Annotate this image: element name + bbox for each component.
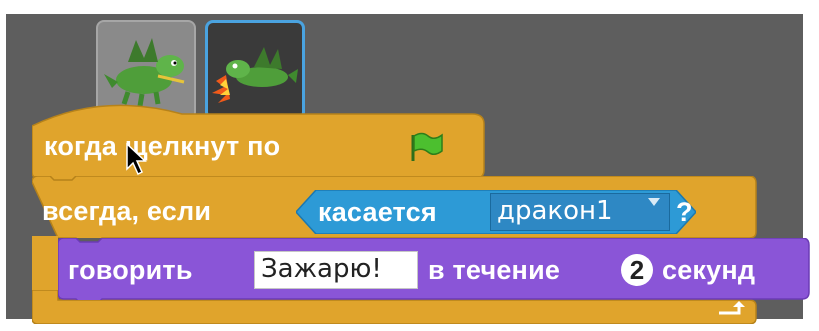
dropdown-arrow-icon[interactable]	[648, 198, 660, 206]
touching-question-mark: ?	[676, 197, 693, 227]
say-verb-label: говорить	[68, 255, 193, 285]
say-seconds-value: 2	[629, 255, 645, 285]
mouse-cursor-icon	[126, 143, 147, 176]
touching-target-value: дракон1	[497, 196, 613, 226]
green-flag-icon[interactable]	[410, 131, 444, 163]
border-left	[0, 0, 6, 331]
border-top	[0, 0, 819, 14]
say-for-label: в течение	[428, 255, 561, 285]
say-unit-label: секунд	[662, 255, 756, 285]
touching-label: касается	[318, 197, 437, 227]
loop-arrow-icon	[719, 301, 745, 315]
forever-if-label: всегда, если	[42, 196, 212, 226]
say-message-value: Зажарю!	[261, 254, 382, 284]
hat-block-label: когда щелкнут по	[44, 131, 281, 161]
